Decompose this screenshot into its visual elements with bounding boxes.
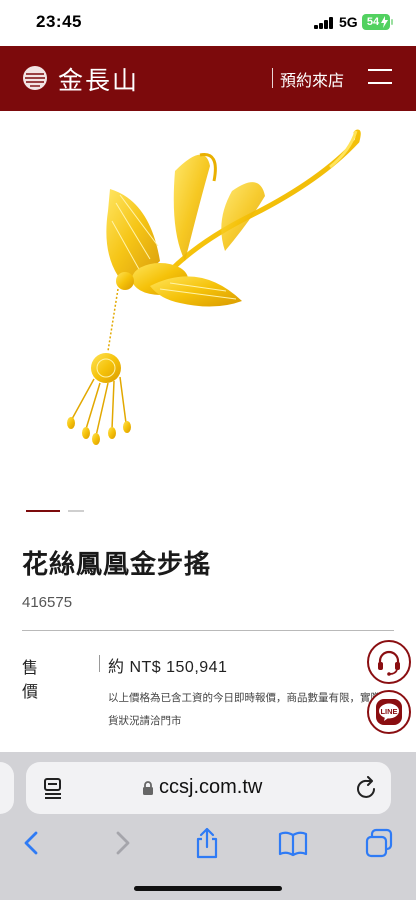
- gold-phoenix-hairpin-image: [67, 129, 361, 445]
- reserve-visit-link[interactable]: 預約來店: [280, 67, 344, 91]
- network-type: 5G: [339, 14, 358, 30]
- line-label: LINE: [380, 707, 398, 716]
- price-note-continued: 貨狀況請洽門市: [108, 715, 182, 727]
- headset-icon: [378, 650, 400, 676]
- forward-icon[interactable]: [106, 826, 138, 860]
- hamburger-menu-icon[interactable]: [368, 69, 392, 85]
- url-text[interactable]: ccsj.com.tw: [159, 776, 262, 799]
- browser-toolbar: [0, 822, 416, 866]
- battery-icon: 54: [362, 14, 390, 30]
- carousel-dot[interactable]: [68, 510, 84, 512]
- status-time: 23:45: [36, 12, 82, 31]
- price-label: 售價: [22, 660, 65, 701]
- share-icon[interactable]: [191, 826, 223, 860]
- customer-support-button[interactable]: [367, 640, 411, 684]
- home-indicator: [134, 886, 282, 891]
- product-code: 416575: [22, 594, 73, 611]
- cellular-signal-icon: [314, 17, 334, 29]
- status-bar: 23:45 5G 54: [0, 0, 416, 46]
- tabs-icon[interactable]: [363, 826, 395, 860]
- browser-chrome: ccsj.com.tw: [0, 752, 416, 900]
- previous-tab-preview[interactable]: [0, 762, 14, 814]
- site-header: 金長山 預約來店: [0, 46, 416, 111]
- brand-logo-text[interactable]: 金長山: [58, 61, 139, 97]
- back-icon[interactable]: [16, 826, 48, 860]
- price-note: 以上價格為已含工資的今日即時報價，商品數量有限，實際現: [108, 692, 392, 704]
- brand-logo-icon[interactable]: [22, 65, 48, 91]
- address-bar[interactable]: ccsj.com.tw: [26, 762, 391, 814]
- product-image[interactable]: [0, 111, 416, 496]
- lock-icon: [143, 781, 153, 795]
- bookmarks-icon[interactable]: [277, 826, 309, 860]
- carousel-dot-active[interactable]: [26, 510, 60, 512]
- divider: [22, 630, 394, 631]
- price-value: 約 NT$ 150,941: [108, 659, 228, 676]
- price-separator: [99, 655, 100, 672]
- line-chat-button[interactable]: LINE: [367, 690, 411, 734]
- header-divider: [272, 68, 273, 88]
- reload-icon[interactable]: [356, 776, 378, 800]
- charging-bolt-icon: [381, 16, 388, 28]
- product-title: 花絲鳳凰金步搖: [22, 550, 212, 580]
- battery-cap: [391, 19, 393, 25]
- page-menu-icon[interactable]: [42, 777, 64, 799]
